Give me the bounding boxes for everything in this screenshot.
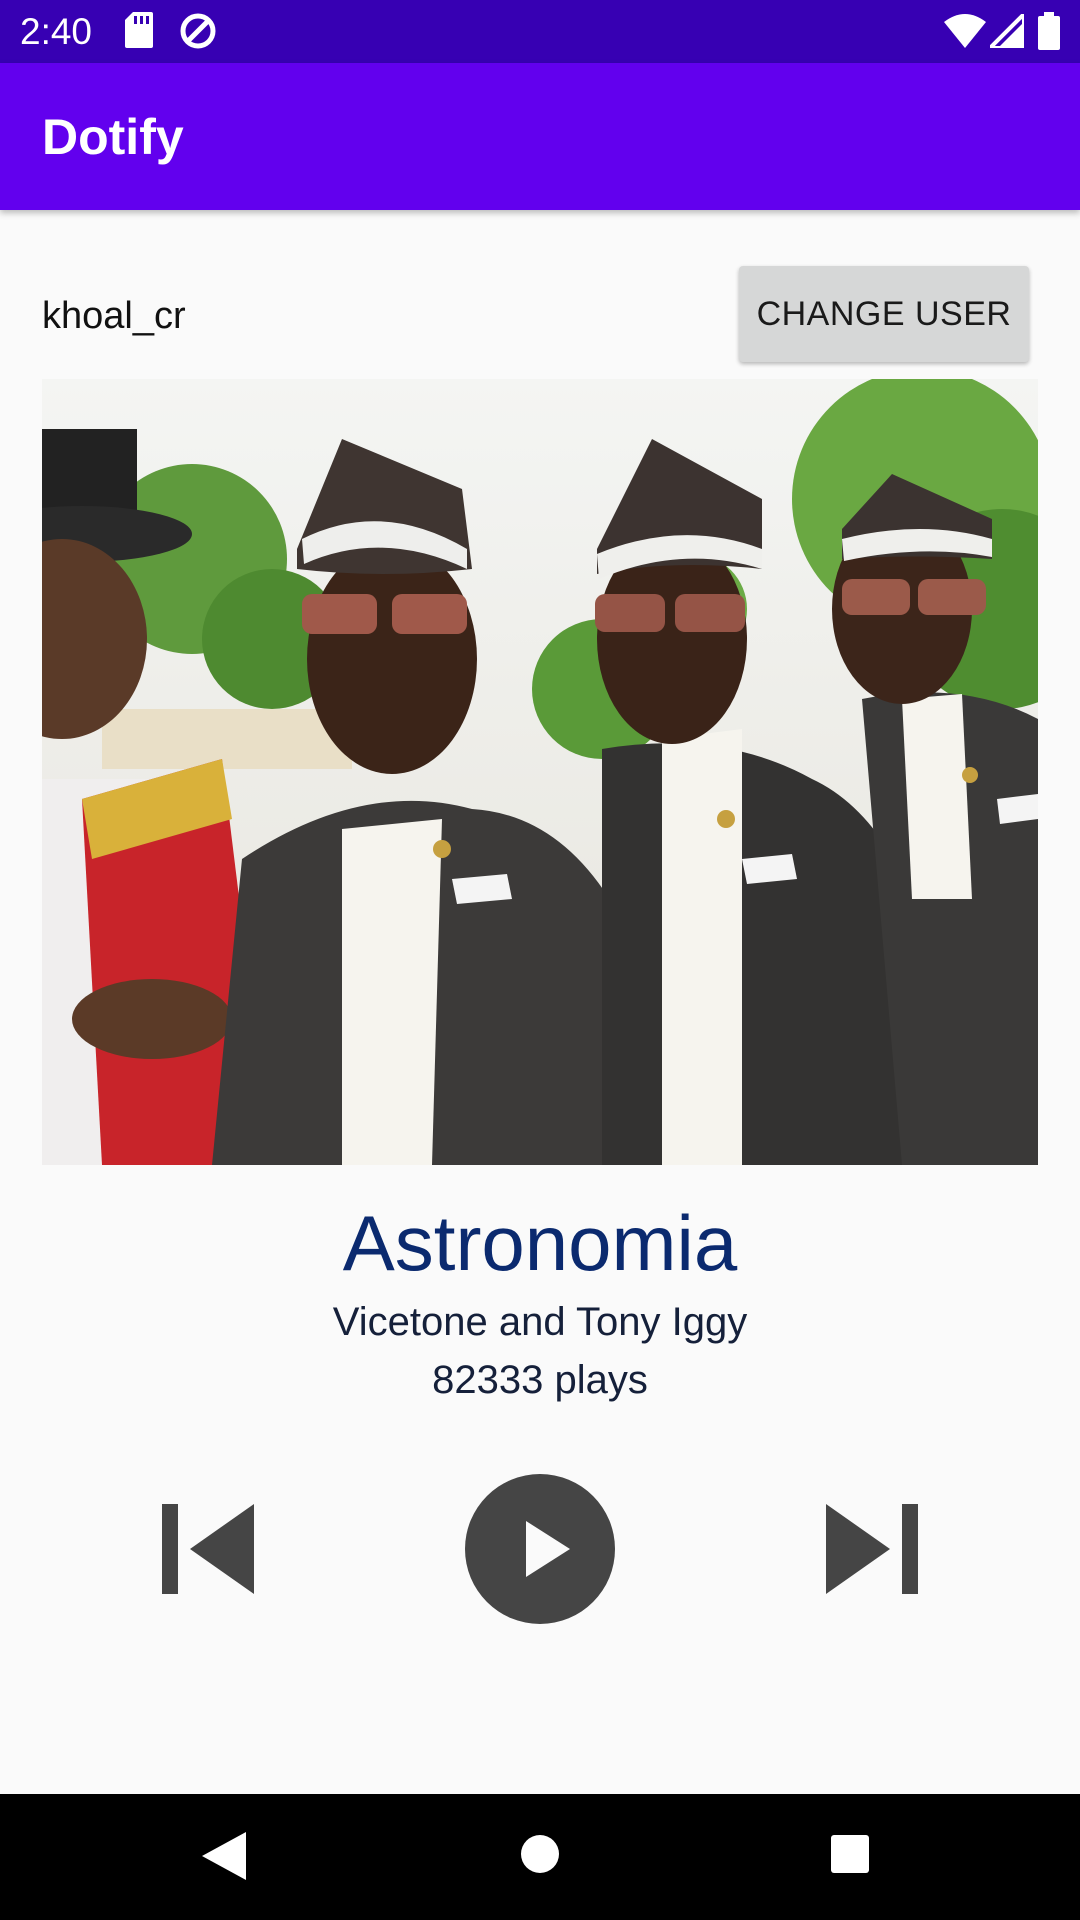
- play-button[interactable]: [464, 1473, 616, 1625]
- back-button[interactable]: [198, 1830, 248, 1887]
- battery-icon: [1038, 12, 1060, 55]
- status-time: 2:40: [20, 11, 93, 52]
- song-title: Astronomia: [342, 1199, 738, 1287]
- play-icon: [465, 1474, 615, 1624]
- recents-button[interactable]: [830, 1834, 870, 1879]
- album-cover-image[interactable]: [42, 379, 1038, 1165]
- status-bar: 2:40: [0, 0, 1080, 63]
- skip-next-icon: [826, 1504, 918, 1594]
- skip-previous-icon: [162, 1504, 254, 1594]
- home-icon: [521, 1835, 559, 1873]
- data-saver-icon: [178, 11, 218, 56]
- wifi-icon: [944, 14, 986, 53]
- skip-next-button[interactable]: [816, 1492, 928, 1604]
- back-icon: [202, 1832, 246, 1880]
- navigation-bar: [0, 1794, 1080, 1920]
- app-bar: Dotify: [0, 63, 1080, 210]
- sd-card-icon: [125, 12, 153, 53]
- skip-previous-button[interactable]: [152, 1492, 264, 1604]
- home-button[interactable]: [520, 1834, 560, 1879]
- username: khoal_cr: [42, 295, 186, 337]
- cell-signal-icon: [985, 9, 1026, 53]
- recents-icon: [831, 1835, 869, 1873]
- song-artist: Vicetone and Tony Iggy: [332, 1300, 748, 1344]
- change-user-button[interactable]: CHANGE USER: [739, 266, 1029, 362]
- app-title: Dotify: [42, 109, 184, 165]
- play-count: 82333 plays: [432, 1358, 648, 1402]
